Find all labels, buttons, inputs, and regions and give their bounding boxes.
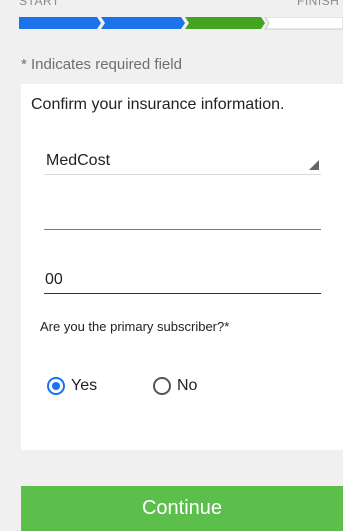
radio-unselected-icon xyxy=(153,377,171,395)
progress-step-3 xyxy=(185,17,265,29)
insurance-provider-value: MedCost xyxy=(46,152,111,169)
primary-subscriber-question: Are you the primary subscriber?* xyxy=(40,319,230,334)
progress-step-4 xyxy=(264,17,343,30)
progress-stepper: START FINISH xyxy=(0,0,343,40)
progress-bar xyxy=(19,17,343,30)
insurance-field-input[interactable]: 00 xyxy=(44,269,321,294)
radio-no-label: No xyxy=(177,377,198,394)
progress-start-label: START xyxy=(19,0,60,8)
continue-button[interactable]: Continue xyxy=(21,486,343,531)
insurance-form-card: Confirm your insurance information. MedC… xyxy=(21,84,343,450)
insurance-field-value: 00 xyxy=(45,271,63,288)
radio-yes-label: Yes xyxy=(71,377,98,394)
form-title: Confirm your insurance information. xyxy=(31,96,285,113)
insurance-provider-select[interactable]: MedCost xyxy=(44,152,321,175)
progress-step-1 xyxy=(19,17,101,29)
required-field-note: * Indicates required field xyxy=(21,56,182,73)
radio-selected-icon xyxy=(47,377,65,395)
insurance-field-empty[interactable] xyxy=(44,229,321,230)
radio-no[interactable]: No xyxy=(153,377,197,395)
progress-step-2 xyxy=(101,17,185,29)
progress-finish-label: FINISH xyxy=(297,0,340,8)
radio-yes[interactable]: Yes xyxy=(47,377,97,395)
dropdown-triangle-icon xyxy=(309,160,319,170)
